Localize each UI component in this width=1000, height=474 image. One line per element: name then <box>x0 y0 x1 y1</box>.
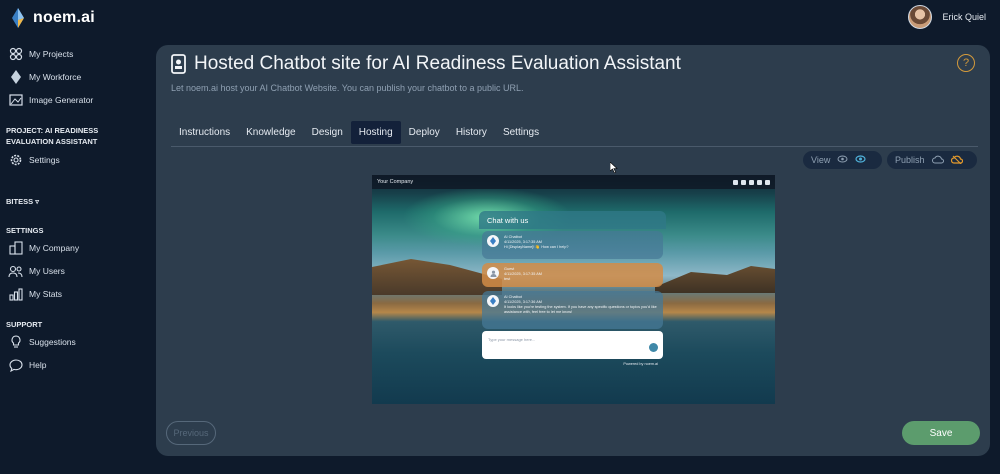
support-heading: SUPPORT <box>6 320 43 329</box>
sidebar-item-my-projects[interactable]: My Projects <box>8 46 73 62</box>
sidebar-item-label: Suggestions <box>29 337 76 347</box>
chat-message-input[interactable]: Type your message here... <box>482 331 663 359</box>
view-toggle[interactable]: View <box>803 151 882 169</box>
chat-widget: Chat with us AI Chatbot 4/11/2025, 3:17:… <box>479 211 666 371</box>
avatar[interactable] <box>908 5 933 29</box>
page-header: Hosted Chatbot site for AI Readiness Eva… <box>171 53 681 75</box>
facebook-icon[interactable] <box>733 179 738 185</box>
instagram-icon[interactable] <box>741 179 746 185</box>
bitess-heading[interactable]: BITESS ▿ <box>6 196 146 207</box>
previous-button[interactable]: Previous <box>166 421 216 445</box>
tab-bar: Instructions Knowledge Design Hosting De… <box>171 121 547 144</box>
sidebar-item-help[interactable]: Help <box>8 357 46 373</box>
chat-message: AI Chatbot 4/11/2025, 3:17:36 AM It look… <box>482 291 663 329</box>
preview-header: Your Company <box>372 175 775 189</box>
tab-instructions[interactable]: Instructions <box>171 121 238 144</box>
users-icon <box>8 264 23 279</box>
main-panel: Hosted Chatbot site for AI Readiness Eva… <box>156 45 990 456</box>
chevron-down-icon: ▿ <box>35 197 39 206</box>
tab-settings[interactable]: Settings <box>495 121 547 144</box>
sidebar-item-my-company[interactable]: My Company <box>8 240 79 256</box>
message-text: test <box>504 277 511 281</box>
user-name: Erick Quiel <box>942 12 986 22</box>
top-bar: noem.ai Erick Quiel <box>0 0 1000 36</box>
sidebar-item-label: My Stats <box>29 289 63 299</box>
mouse-cursor-icon <box>610 162 618 173</box>
sidebar-item-my-users[interactable]: My Users <box>8 263 65 279</box>
app-name: noem.ai <box>33 9 95 26</box>
sidebar-item-project-settings[interactable]: Settings <box>8 152 60 168</box>
noem-logo-icon <box>12 8 24 28</box>
company-name: Your Company <box>377 179 414 185</box>
help-icon[interactable]: ? <box>957 54 975 72</box>
cloud-off-icon[interactable] <box>950 155 963 166</box>
chat-bubble-icon <box>8 358 23 373</box>
youtube-icon[interactable] <box>749 179 754 185</box>
sidebar-item-label: Settings <box>29 155 60 165</box>
powered-by: Powered by noem.ai <box>623 362 658 366</box>
chat-message: AI Chatbot 4/11/2025, 3:17:35 AM Hi [Dis… <box>482 231 663 259</box>
gear-icon <box>8 153 23 168</box>
message-text: Hi [DisplayName]! 👋 How can I help? <box>504 245 569 249</box>
publish-toggle[interactable]: Publish <box>887 151 977 169</box>
sidebar-item-my-workforce[interactable]: My Workforce <box>8 69 81 85</box>
background-hill <box>655 266 775 293</box>
stats-icon <box>8 287 23 302</box>
tab-divider <box>171 146 978 147</box>
publish-label: Publish <box>895 155 925 165</box>
sidebar-item-label: Image Generator <box>29 95 94 105</box>
sidebar-item-image-generator[interactable]: Image Generator <box>8 92 93 108</box>
tab-history[interactable]: History <box>448 121 495 144</box>
sidebar-item-label: My Users <box>29 266 65 276</box>
sidebar-item-my-stats[interactable]: My Stats <box>8 286 62 302</box>
lightbulb-icon <box>8 335 23 350</box>
social-links <box>733 179 770 185</box>
company-icon <box>8 241 23 256</box>
chat-title: Chat with us <box>479 211 666 229</box>
bot-avatar-icon <box>487 295 499 307</box>
projects-icon <box>8 47 23 62</box>
sidebar-item-suggestions[interactable]: Suggestions <box>8 334 76 350</box>
tab-deploy[interactable]: Deploy <box>401 121 448 144</box>
sidebar-item-label: Help <box>29 360 47 370</box>
workforce-icon <box>8 70 23 85</box>
message-text: It looks like you're testing the system.… <box>504 305 657 314</box>
view-label: View <box>811 155 831 165</box>
sidebar-item-label: My Workforce <box>29 72 82 82</box>
tab-design[interactable]: Design <box>304 121 351 144</box>
sidebar-item-label: My Projects <box>29 49 74 59</box>
save-button[interactable]: Save <box>902 421 980 445</box>
send-button[interactable] <box>649 343 658 352</box>
id-badge-icon <box>171 54 186 74</box>
guest-avatar-icon <box>487 267 499 279</box>
sidebar-item-label: My Company <box>29 243 80 253</box>
project-heading: PROJECT: AI READINESS EVALUATION ASSISTA… <box>6 126 99 146</box>
input-placeholder: Type your message here... <box>488 337 536 342</box>
app-logo[interactable]: noem.ai <box>12 8 95 28</box>
page-subtitle: Let noem.ai host your AI Chatbot Website… <box>171 83 524 93</box>
linkedin-icon[interactable] <box>757 179 762 185</box>
user-menu[interactable]: Erick Quiel <box>908 5 986 29</box>
image-icon <box>8 93 23 108</box>
bot-avatar-icon <box>487 235 499 247</box>
tab-knowledge[interactable]: Knowledge <box>238 121 303 144</box>
page-title: Hosted Chatbot site for AI Readiness Eva… <box>194 53 681 74</box>
tab-hosting[interactable]: Hosting <box>350 121 401 144</box>
eye-off-icon[interactable] <box>837 155 848 165</box>
cloud-upload-icon[interactable] <box>931 155 944 166</box>
x-icon[interactable] <box>765 179 770 185</box>
eye-icon[interactable] <box>855 155 866 165</box>
settings-heading: SETTINGS <box>6 226 44 235</box>
chat-message: Guest 4/11/2025, 3:17:35 AM test <box>482 263 663 287</box>
chatbot-site-preview: Your Company Chat with us AI Chatbot 4/1… <box>372 175 775 404</box>
